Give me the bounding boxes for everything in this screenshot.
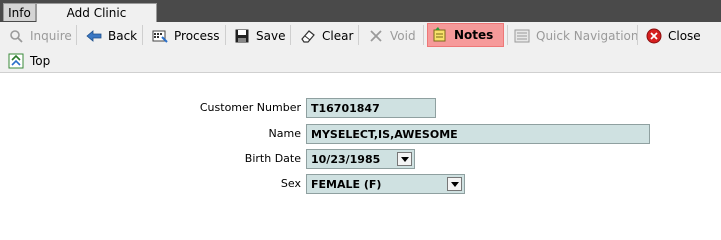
void-label: Void [390,29,416,43]
clear-label: Clear [322,29,354,43]
search-icon [8,28,24,44]
save-button[interactable]: Save [230,24,289,48]
close-icon [646,28,662,44]
clear-button[interactable]: Clear [296,24,357,48]
name-field[interactable]: MYSELECT,IS,AWESOME [306,124,650,144]
separator [290,25,291,45]
back-button[interactable]: Back [82,24,141,48]
birth-date-field[interactable]: 10/23/1985 [306,149,415,169]
process-label: Process [174,29,220,43]
save-label: Save [256,29,286,43]
separator [507,25,508,45]
back-label: Back [108,29,138,43]
customer-number-row: Customer Number [0,97,301,119]
quick-navigation-icon [514,28,530,44]
name-label: Name [268,127,301,140]
sex-value: FEMALE (F) [311,178,382,191]
toolbar: Inquire Back Process Save Clear Void Not… [0,22,721,73]
process-icon [152,28,168,44]
dropdown-arrow-icon [400,156,409,162]
close-button[interactable]: Close [642,24,705,48]
birth-date-value: 10/23/1985 [311,153,381,166]
notes-label: Notes [454,28,494,42]
customer-number-field[interactable]: T16701847 [306,98,436,118]
tab-info[interactable]: Info [3,3,36,21]
separator [423,25,424,45]
top-icon [8,53,24,69]
process-button[interactable]: Process [148,24,224,48]
back-arrow-icon [86,28,102,44]
separator [76,25,77,45]
tab-add-clinic-completion[interactable]: Add Clinic Completion [36,3,157,38]
notes-button[interactable]: Notes [427,23,504,47]
notes-icon [432,27,448,43]
customer-number-label: Customer Number [199,101,301,114]
sex-dropdown-button[interactable] [447,177,462,191]
sex-row: Sex [0,173,301,195]
void-x-icon [368,28,384,44]
name-row: Name [0,123,301,145]
birth-date-row: Birth Date [0,148,301,170]
tab-strip: Info Add Clinic Completion [0,0,721,38]
quick-navigation-button[interactable]: Quick Navigation [510,24,642,48]
void-button[interactable]: Void [364,24,420,48]
separator [225,25,226,45]
separator [358,25,359,45]
top-button[interactable]: Top [4,49,54,73]
quick-navigation-label: Quick Navigation [536,29,639,43]
sex-label: Sex [280,177,301,190]
dropdown-arrow-icon [450,181,459,187]
birth-date-dropdown-button[interactable] [397,152,412,166]
birth-date-label: Birth Date [244,152,301,165]
close-label: Close [668,29,701,43]
save-disk-icon [234,28,250,44]
top-label: Top [30,54,51,68]
eraser-icon [300,28,316,44]
sex-select[interactable]: FEMALE (F) [306,174,465,194]
inquire-label: Inquire [30,29,72,43]
separator [142,25,143,45]
inquire-button[interactable]: Inquire [4,24,76,48]
separator [637,25,638,45]
